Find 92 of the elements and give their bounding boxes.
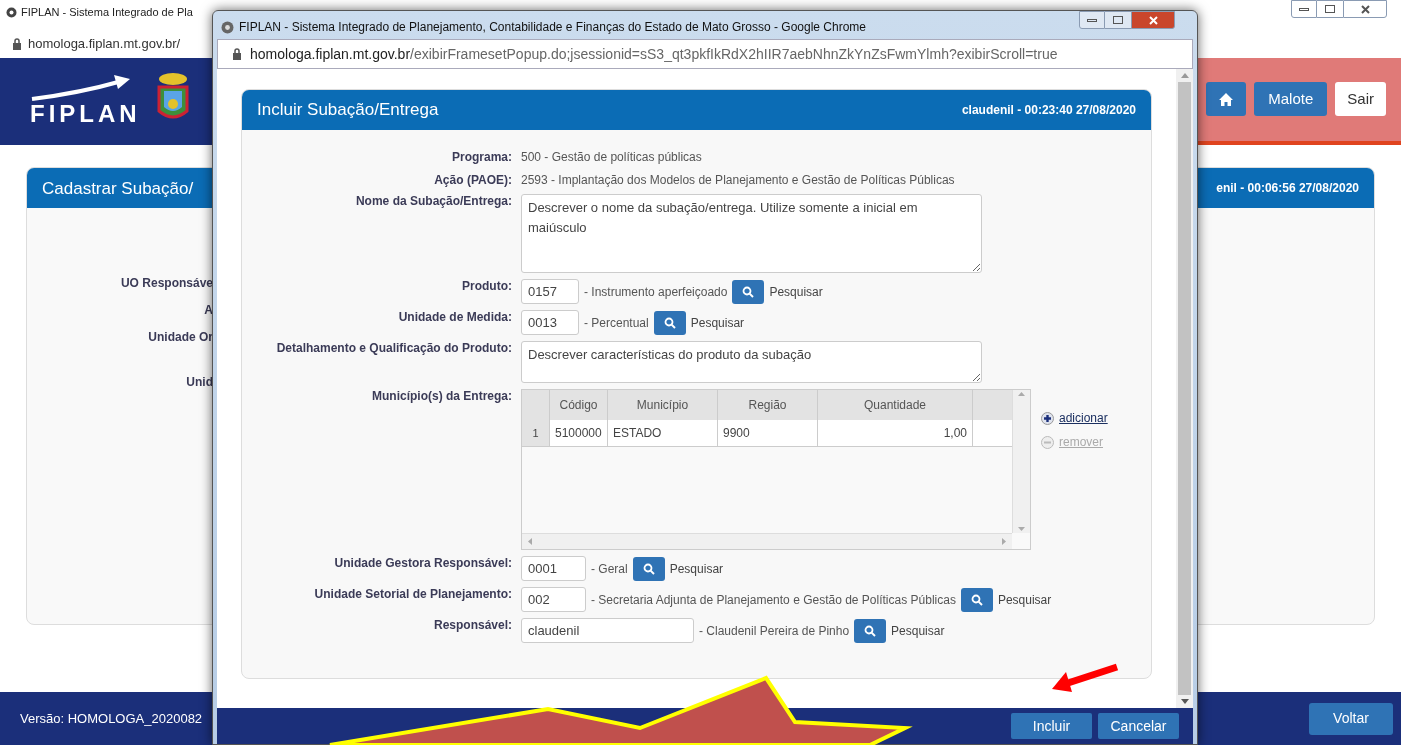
field-label: Produto:: [461, 279, 512, 294]
close-icon: [1148, 15, 1158, 25]
field-value: 2593 - Implantação dos Modelos de Planejamento e Gestão de Políticas Públicas: [521, 173, 956, 188]
field-label: Unidade de Medida:: [397, 310, 512, 325]
table-cell: 5100000: [550, 420, 608, 446]
browser-icon: [221, 20, 234, 34]
header-button[interactable]: Sair: [1335, 82, 1386, 117]
field-label: Unidade Setorial de Planejamento:: [313, 587, 512, 602]
home-button[interactable]: [1206, 82, 1247, 117]
close-button[interactable]: [1343, 0, 1387, 18]
footer-button[interactable]: Cancelar: [1098, 713, 1179, 739]
text-area-field[interactable]: Descrever características do produto da subação: [521, 341, 982, 383]
address-text: homologa.fiplan.mt.gov.br/: [28, 35, 181, 54]
field-description: - Claudenil Pereira de Pinho: [699, 622, 850, 640]
down-arrow-icon: [1180, 699, 1189, 704]
search-icon: [970, 593, 983, 606]
annotation-arrow: [1052, 663, 1119, 692]
window-title: FIPLAN - Sistema Integrado de Pla: [21, 5, 193, 20]
search-icon: [642, 562, 655, 575]
right-arrow-icon: [1002, 538, 1006, 545]
address-text: homologa.fiplan.mt.gov.br/exibirFramesetPopup.do;jsessionid=sS3_qt3pkfIkRdX2hIIR7aebNhnZkYnZsFwmYlmh?exibirScroll=true: [250, 44, 1058, 64]
row-number: 1: [522, 420, 550, 446]
field-label: Unid: [186, 374, 213, 392]
field-description: - Instrumento aperfeiçoado: [584, 283, 728, 301]
input-field[interactable]: 002: [521, 587, 586, 612]
search-button[interactable]: [632, 556, 665, 581]
field-label: Unidade Or: [148, 329, 213, 347]
input-field[interactable]: 0001: [521, 556, 586, 581]
field-label: Município(s) da Entrega:: [371, 389, 512, 404]
vertical-scrollbar[interactable]: [1176, 69, 1193, 708]
version-text: Versão: HOMOLOGA_2020082: [20, 709, 203, 728]
field-label: Ação (PAOE):: [433, 173, 512, 188]
field-label: Programa:: [450, 150, 512, 165]
user-time: claudenil - 00:23:40 27/08/2020: [961, 102, 1136, 119]
search-icon: [864, 624, 877, 637]
search-button[interactable]: [653, 310, 686, 335]
field-description: - Geral: [591, 560, 628, 578]
search-icon: [663, 316, 676, 329]
input-field[interactable]: 0157: [521, 279, 579, 304]
maximize-button[interactable]: [1317, 0, 1343, 18]
vertical-scrollbar[interactable]: [1012, 390, 1030, 533]
text-area-field[interactable]: Descrever o nome da subação/entrega. Utilize somente a inicial em maiúsculo: [521, 194, 982, 273]
search-link[interactable]: Pesquisar: [690, 313, 745, 332]
minus-circle-icon: [1041, 435, 1054, 449]
left-arrow-icon: [528, 538, 532, 545]
field-label: Unidade Gestora Responsável:: [333, 556, 512, 571]
home-icon: [1219, 93, 1234, 106]
input-field[interactable]: claudenil: [521, 618, 694, 643]
action-link[interactable]: adicionar: [1059, 409, 1108, 427]
logo-text: FIPLAN: [30, 101, 141, 128]
table-cell: ESTADO: [608, 420, 718, 446]
panel-title: Incluir Subação/Entrega: [257, 99, 439, 122]
search-button[interactable]: [854, 618, 887, 643]
search-link[interactable]: Pesquisar: [891, 621, 945, 640]
card-title: Cadastrar Subação/: [42, 177, 194, 200]
lock-icon: [232, 48, 242, 60]
table-cell: 1,00: [818, 420, 973, 446]
minimize-button[interactable]: [1079, 11, 1105, 29]
up-arrow-icon: [1018, 392, 1025, 396]
footer-button[interactable]: Incluir: [1011, 713, 1092, 739]
search-link[interactable]: Pesquisar: [997, 590, 1052, 609]
minimize-button[interactable]: [1291, 0, 1317, 18]
search-icon: [742, 285, 755, 298]
field-value: 500 - Gestão de políticas públicas: [521, 150, 703, 165]
field-label: UO Responsáve: [120, 275, 213, 293]
header-button[interactable]: Malote: [1254, 82, 1328, 117]
user-time: enil - 00:06:56 27/08/2020: [1216, 180, 1359, 198]
lock-icon: [12, 37, 22, 50]
field-label: Detalhamento e Qualificação do Produto:: [275, 341, 512, 356]
search-link[interactable]: Pesquisar: [769, 282, 823, 301]
address-bar[interactable]: homologa.fiplan.mt.gov.br/exibirFramesetPopup.do;jsessionid=sS3_qt3pkfIkRdX2hIIR7aebNhnZkYnZsFwmYlmh?exibirScroll=true: [217, 39, 1193, 69]
window-title: FIPLAN - Sistema Integrado de Planejamento, Contabilidade e Finanças do Estado de Mato Grosso - Google Chrome: [239, 19, 866, 36]
maximize-button[interactable]: [1105, 11, 1131, 29]
browser-icon: [6, 6, 17, 18]
up-arrow-icon: [1180, 73, 1189, 78]
plus-circle-icon: [1041, 411, 1054, 425]
field-description: - Secretaria Adjunta de Planejamento e Gestão de Políticas Públicas: [591, 591, 956, 609]
search-button[interactable]: [732, 279, 765, 304]
down-arrow-icon: [1018, 527, 1025, 531]
swoosh-arrow-icon: [30, 75, 130, 102]
search-button[interactable]: [960, 587, 993, 612]
close-button[interactable]: [1131, 11, 1175, 29]
search-link[interactable]: Pesquisar: [669, 559, 724, 578]
close-icon: [1360, 4, 1370, 14]
table-cell: 9900: [718, 420, 818, 446]
field-label: Responsável:: [432, 618, 512, 633]
field-label: Nome da Subação/Entrega:: [354, 194, 512, 209]
back-button[interactable]: Voltar: [1309, 702, 1393, 735]
horizontal-scrollbar[interactable]: [522, 533, 1012, 549]
input-field[interactable]: 0013: [521, 310, 579, 335]
field-description: - Percentual: [584, 314, 649, 332]
field-label: A: [204, 302, 213, 320]
